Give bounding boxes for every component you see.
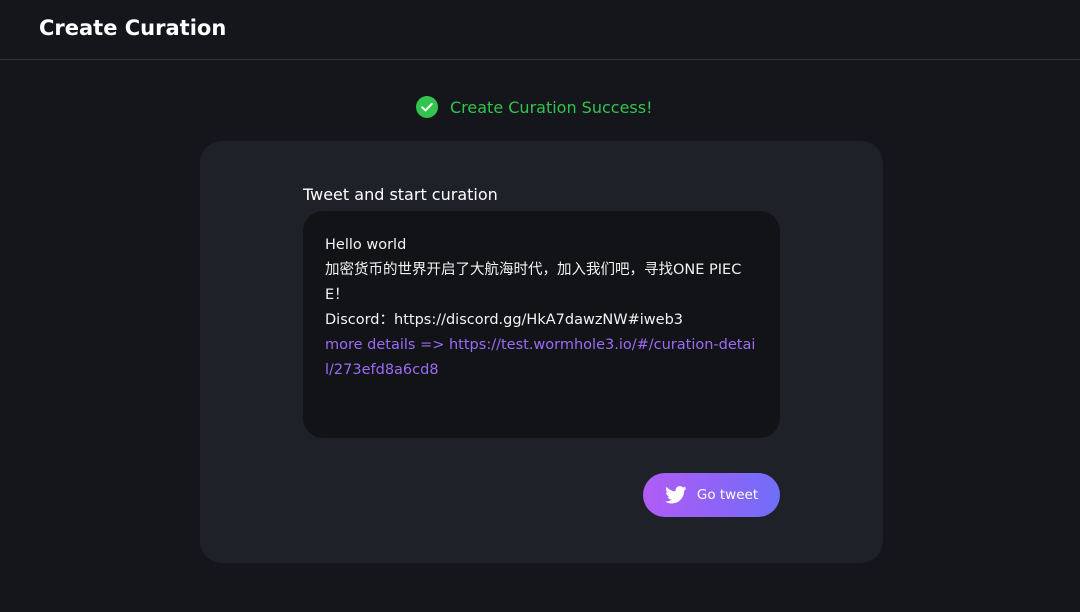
section-heading: Tweet and start curation	[303, 185, 498, 204]
page-header: Create Curation	[0, 0, 1080, 60]
check-circle-icon	[416, 96, 438, 118]
go-tweet-label: Go tweet	[696, 487, 759, 503]
curation-card: Tweet and start curation Hello world 加密货…	[200, 141, 883, 563]
page-title: Create Curation	[39, 16, 227, 40]
success-message: Create Curation Success!	[450, 97, 653, 117]
tweet-line-discord: Discord：https://discord.gg/HkA7dawzNW#iw…	[325, 312, 683, 328]
tweet-line-message: 加密货币的世界开启了大航海时代，加入我们吧，寻找ONE PIECE！	[325, 262, 742, 303]
tweet-line-greeting: Hello world	[325, 237, 407, 253]
curation-detail-link[interactable]: more details => https://test.wormhole3.i…	[325, 333, 758, 383]
go-tweet-button[interactable]: Go tweet	[643, 473, 780, 517]
success-banner: Create Curation Success!	[416, 95, 653, 119]
twitter-icon	[664, 486, 687, 504]
tweet-preview: Hello world 加密货币的世界开启了大航海时代，加入我们吧，寻找ONE …	[303, 211, 780, 438]
